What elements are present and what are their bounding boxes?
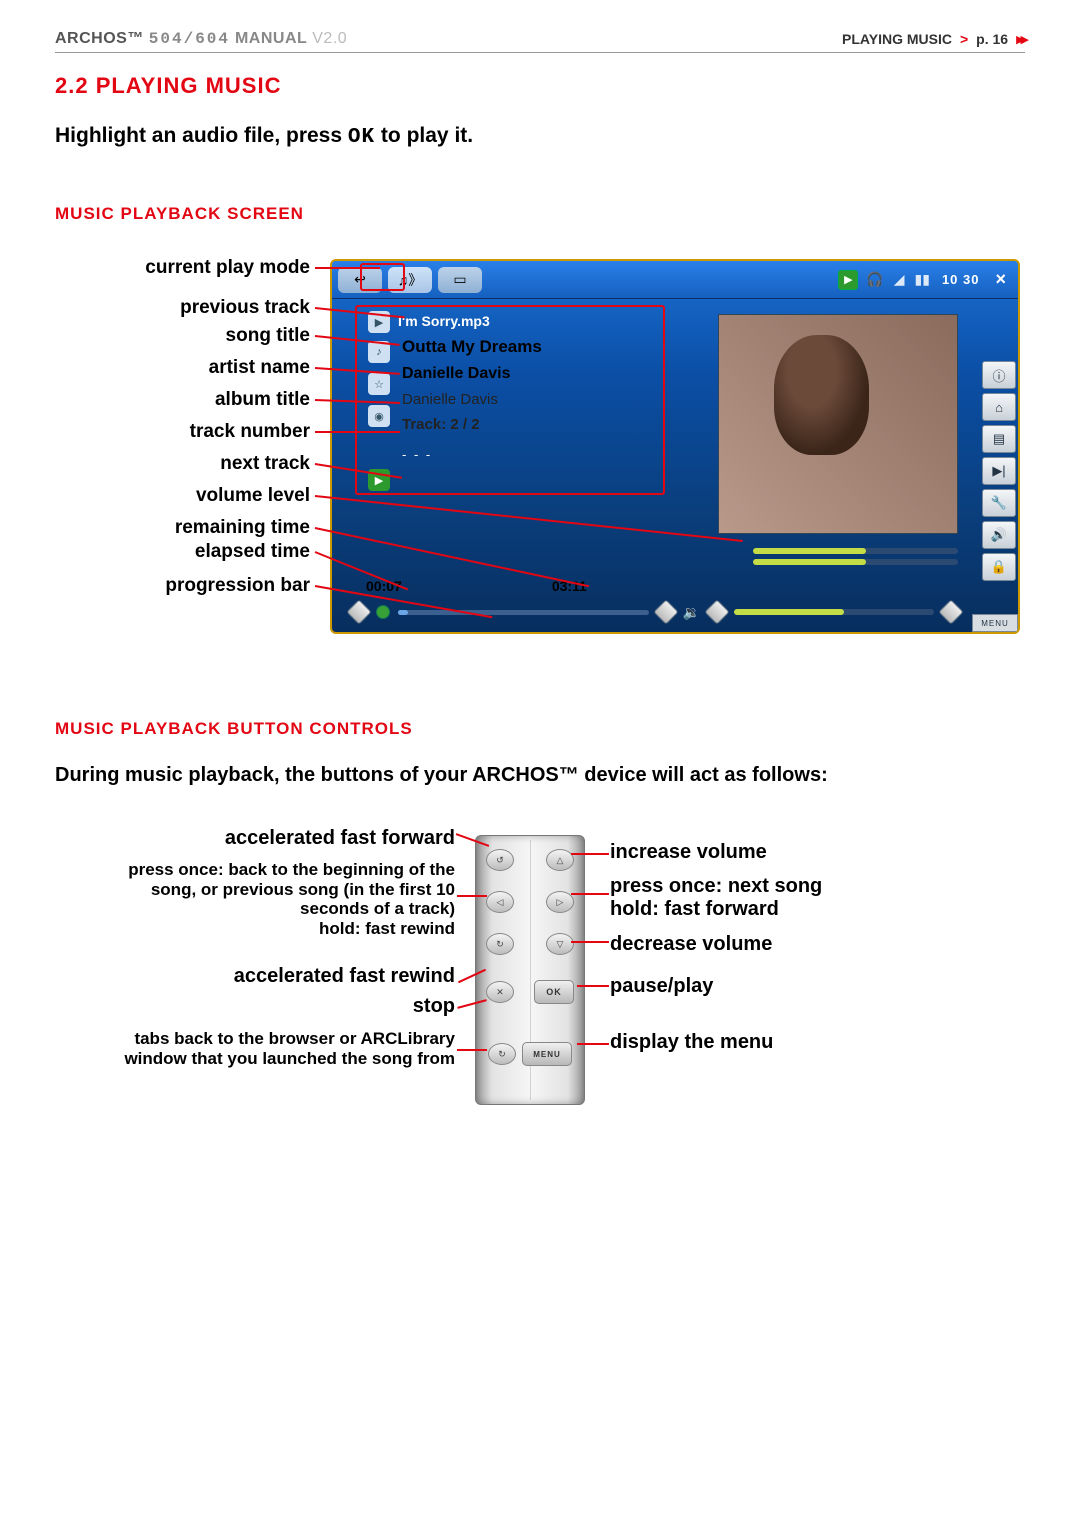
btn-vol-up-icon: △ [546, 849, 574, 871]
volume-bars [753, 548, 958, 570]
intro-post: to play it. [375, 124, 473, 147]
controls-intro: During music playback, the buttons of yo… [55, 764, 1025, 787]
label-play-mode: current play mode [145, 257, 310, 280]
crumb-section: PLAYING MUSIC [842, 31, 952, 47]
label-stop: stop [413, 995, 455, 1018]
callout-line [315, 431, 400, 433]
model: 504/604 [149, 30, 230, 48]
btn-next-icon: ▷ [546, 891, 574, 913]
label-back-prev: press once: back to the beginning of the… [95, 860, 455, 938]
diamond-vol-l-icon [704, 599, 729, 624]
side-lock-icon: 🔒 [982, 553, 1016, 581]
diamond-mid-icon [653, 599, 678, 624]
side-skip-icon: ▶| [982, 457, 1016, 485]
btn-accel-fr-icon: ↺ [486, 849, 514, 871]
side-info-icon: ⓘ [982, 361, 1016, 389]
label-artist: artist name [209, 357, 310, 380]
label-track-no: track number [190, 421, 310, 444]
side-toolbar: ⓘ ⌂ ▤ ▶| 🔧 🔊 🔒 [982, 361, 1018, 581]
btn-menu: MENU [522, 1042, 572, 1066]
crumb-page: p. 16 [976, 31, 1008, 47]
btn-vol-down-icon: ▽ [546, 933, 574, 955]
device-buttons: ↺ △ ◁ ▷ ↻ ▽ ✕ OK ↻ MENU [475, 835, 585, 1105]
status-play-icon: ▶ [838, 270, 858, 290]
speaker-status-icon: ◢ [894, 271, 905, 288]
headphones-icon: 🎧 [866, 271, 883, 288]
speaker-icon: 🔉 [683, 604, 700, 621]
label-accel-fr: accelerated fast rewind [234, 965, 455, 988]
side-sound-icon: 🔊 [982, 521, 1016, 549]
ctl-line [571, 893, 609, 895]
label-inc-vol: increase volume [610, 841, 767, 864]
label-progression: progression bar [165, 575, 310, 598]
btn-accel-ff-icon: ↻ [486, 933, 514, 955]
ok-key: OK [348, 126, 375, 149]
battery-icon: ▮▮ [915, 271, 930, 288]
ctl-line [571, 853, 609, 855]
play-dot-icon [376, 605, 390, 619]
progress-track [398, 610, 649, 615]
label-elapsed: elapsed time [195, 541, 310, 564]
close-icon: × [995, 269, 1006, 290]
player-topbar: ↩ ♫》 ▭ ▶ 🎧 ◢ ▮▮ 10 30 × [332, 261, 1018, 299]
playback-figure: current play mode previous track song ti… [55, 249, 1025, 679]
header-left: ARCHOS™ 504/604 MANUAL V2.0 [55, 30, 347, 48]
subhead-playback-screen: MUSIC PLAYBACK SCREEN [55, 204, 1025, 224]
callout-box [355, 305, 665, 495]
forward-arrows-icon: ▶▶ [1016, 33, 1025, 46]
intro-pre: Highlight an audio file, press [55, 124, 348, 147]
label-volume: volume level [196, 485, 310, 508]
ctl-line [577, 1043, 609, 1045]
tab-browser-icon: ▭ [438, 267, 482, 293]
label-accel-ff: accelerated fast forward [225, 827, 455, 850]
brand: ARCHOS™ [55, 30, 144, 47]
diamond-left-icon [346, 599, 371, 624]
btn-tabs-icon: ↻ [488, 1043, 516, 1065]
label-album: album title [215, 389, 310, 412]
side-list-icon: ▤ [982, 425, 1016, 453]
label-previous: previous track [180, 297, 310, 320]
ctl-line [457, 1049, 487, 1051]
label-next-ff: press once: next song hold: fast forward [610, 875, 822, 921]
side-settings-icon: 🔧 [982, 489, 1016, 517]
progress-bar-row: 🔉 [350, 602, 960, 622]
btn-prev-icon: ◁ [486, 891, 514, 913]
label-song-title: song title [226, 325, 310, 348]
label-tabs-back: tabs back to the browser or ARCLibrary w… [95, 1029, 455, 1068]
label-dec-vol: decrease volume [610, 933, 772, 956]
version: V2.0 [312, 30, 347, 47]
side-home-icon: ⌂ [982, 393, 1016, 421]
volume-track [734, 609, 934, 615]
label-remaining: remaining time [175, 517, 310, 540]
menu-button: MENU [972, 614, 1018, 632]
btn-ok: OK [534, 980, 574, 1004]
ctl-line [577, 985, 609, 987]
manual-label: MANUAL [235, 30, 307, 47]
label-pause: pause/play [610, 975, 713, 998]
album-art [718, 314, 958, 534]
btn-stop-icon: ✕ [486, 981, 514, 1003]
callout-line [315, 267, 380, 269]
label-next-track: next track [220, 453, 310, 476]
ctl-line [457, 895, 487, 897]
diamond-vol-r-icon [938, 599, 963, 624]
ctl-line [571, 941, 609, 943]
subhead-button-controls: MUSIC PLAYBACK BUTTON CONTROLS [55, 719, 1025, 739]
page-header: ARCHOS™ 504/604 MANUAL V2.0 PLAYING MUSI… [55, 30, 1025, 53]
section-title: 2.2 PLAYING MUSIC [55, 73, 1025, 99]
header-right: PLAYING MUSIC > p. 16 ▶▶ [842, 31, 1025, 47]
intro-line: Highlight an audio file, press OK to pla… [55, 124, 1025, 149]
clock: 10 30 [942, 272, 980, 287]
crumb-sep: > [960, 31, 968, 47]
label-menu: display the menu [610, 1031, 773, 1054]
controls-figure: accelerated fast forward press once: bac… [55, 827, 1025, 1167]
